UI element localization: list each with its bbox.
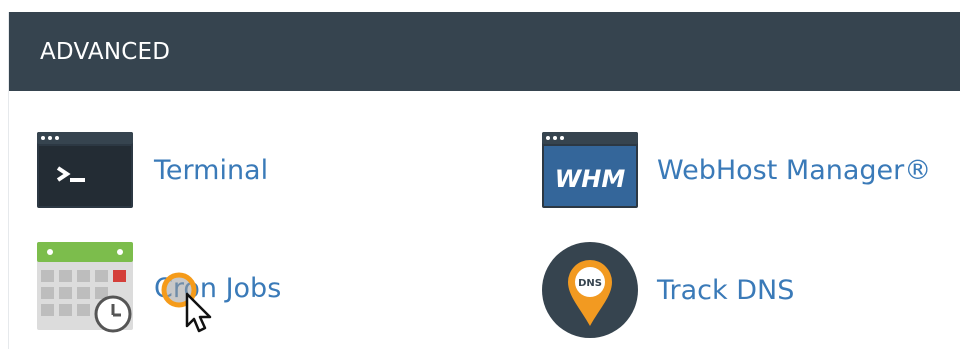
- whm-icon-text: WHM: [555, 165, 626, 193]
- terminal-icon: [37, 132, 133, 208]
- item-webhost-manager[interactable]: WHM WebHost Manager®: [542, 132, 931, 208]
- item-cron-jobs[interactable]: Cron Jobs: [37, 242, 281, 334]
- calendar-clock-icon: [37, 242, 133, 333]
- item-cron-label[interactable]: Cron Jobs: [154, 273, 281, 304]
- item-dns-label[interactable]: Track DNS: [657, 275, 794, 306]
- item-whm-label[interactable]: WebHost Manager®: [657, 155, 931, 186]
- section-header: ADVANCED: [9, 12, 960, 91]
- item-track-dns[interactable]: DNS Track DNS: [542, 242, 794, 338]
- section-title: ADVANCED: [40, 38, 171, 65]
- item-terminal-label[interactable]: Terminal: [154, 155, 268, 186]
- dns-pin-icon: DNS: [542, 242, 638, 338]
- dns-icon-text: DNS: [578, 278, 602, 289]
- item-terminal[interactable]: Terminal: [37, 132, 268, 208]
- whm-icon: WHM: [542, 132, 638, 208]
